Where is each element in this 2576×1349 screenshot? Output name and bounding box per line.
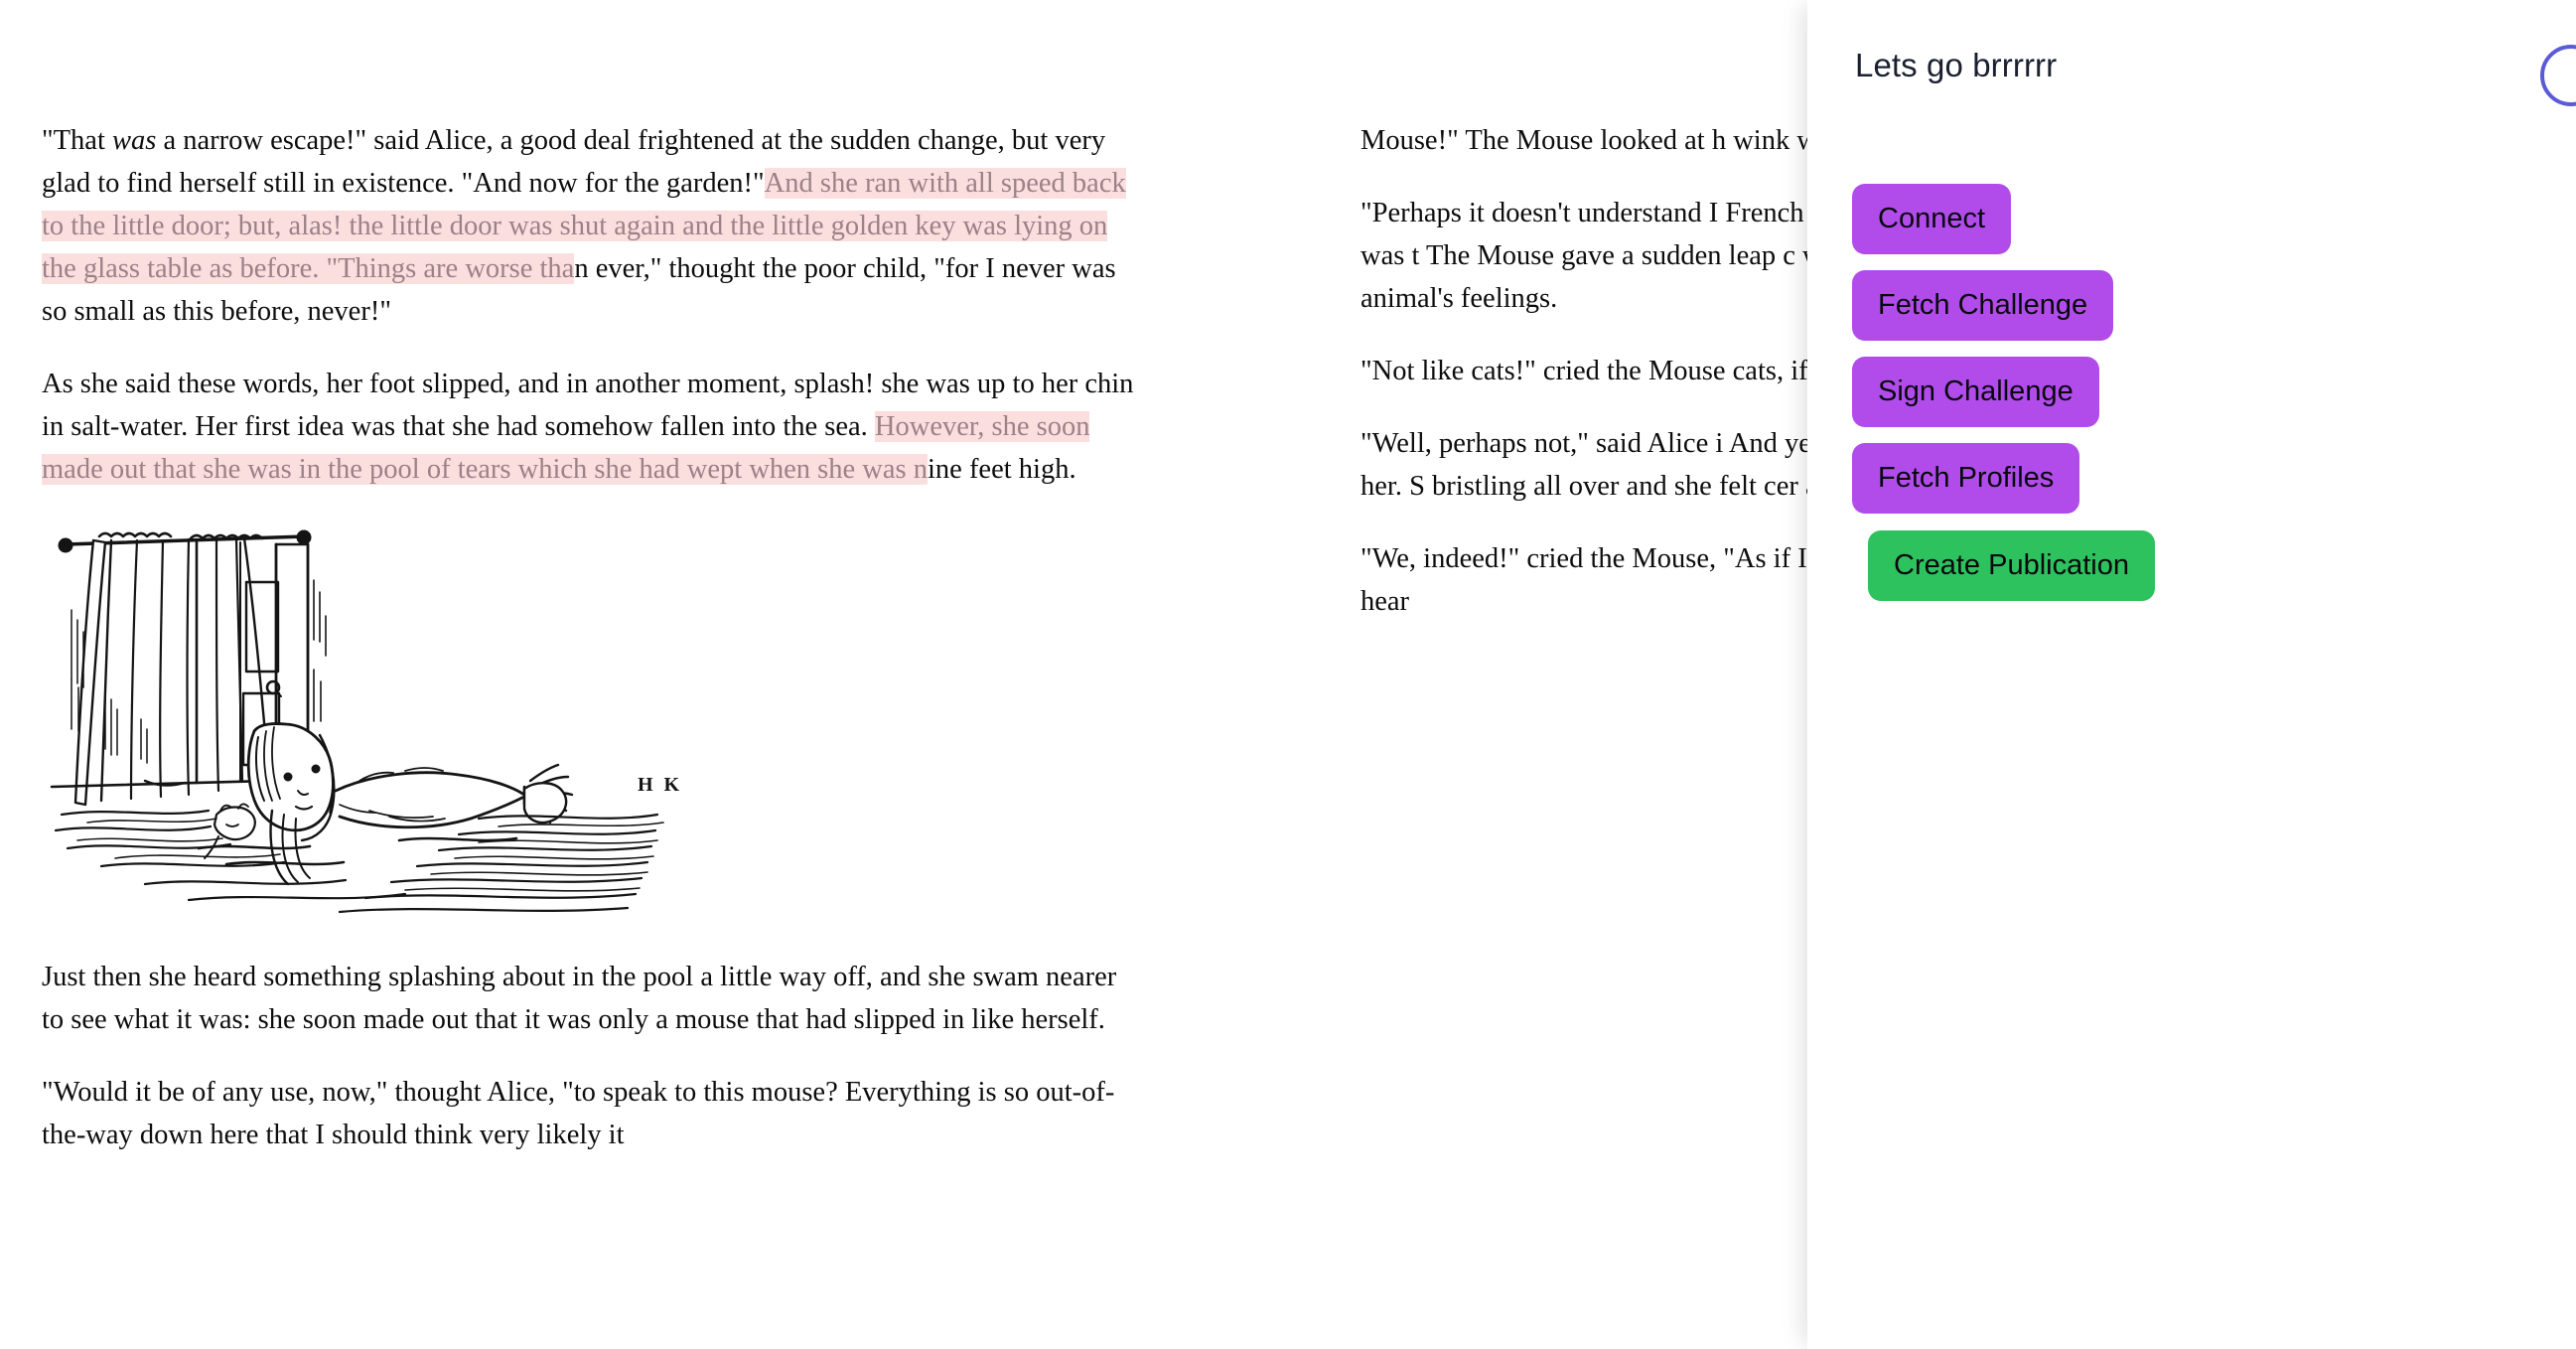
close-pill-button[interactable] (2540, 45, 2576, 106)
button-row: Sign Challenge (1852, 357, 2155, 427)
connect-button[interactable]: Connect (1852, 184, 2012, 254)
paragraph: As she said these words, her foot slippe… (42, 363, 1144, 491)
paragraph: "Would it be of any use, now," thought A… (42, 1077, 1115, 1150)
button-row: Fetch Challenge (1852, 270, 2155, 341)
fetch-profiles-button[interactable]: Fetch Profiles (1852, 443, 2080, 514)
panel-title: Lets go brrrrrr (1855, 47, 2058, 83)
paragraph: Just then she heard something splashing … (42, 962, 1117, 1035)
page-root: "That was a narrow escape!" said Alice, … (0, 0, 2576, 1349)
button-row: Connect (1852, 184, 2155, 254)
action-button-stack: Connect Fetch Challenge Sign Challenge F… (1852, 184, 2155, 601)
alice-pool-illustration: H K (42, 521, 737, 918)
button-row: Create Publication (1868, 530, 2171, 601)
emphasis-was: was (112, 125, 157, 156)
illustration-signature: H K (638, 774, 682, 796)
create-publication-button[interactable]: Create Publication (1868, 530, 2155, 601)
paragraph-text: ine feet high. (928, 454, 1076, 485)
button-row: Fetch Profiles (1852, 443, 2155, 514)
fetch-challenge-button[interactable]: Fetch Challenge (1852, 270, 2114, 341)
sign-challenge-button[interactable]: Sign Challenge (1852, 357, 2099, 427)
side-panel: Lets go brrrrrr Connect Fetch Challenge … (1807, 0, 2576, 1349)
paragraph: "That was a narrow escape!" said Alice, … (42, 119, 1144, 333)
text-column-left: "That was a narrow escape!" said Alice, … (42, 119, 1144, 1186)
paragraph-text: "That (42, 125, 112, 156)
